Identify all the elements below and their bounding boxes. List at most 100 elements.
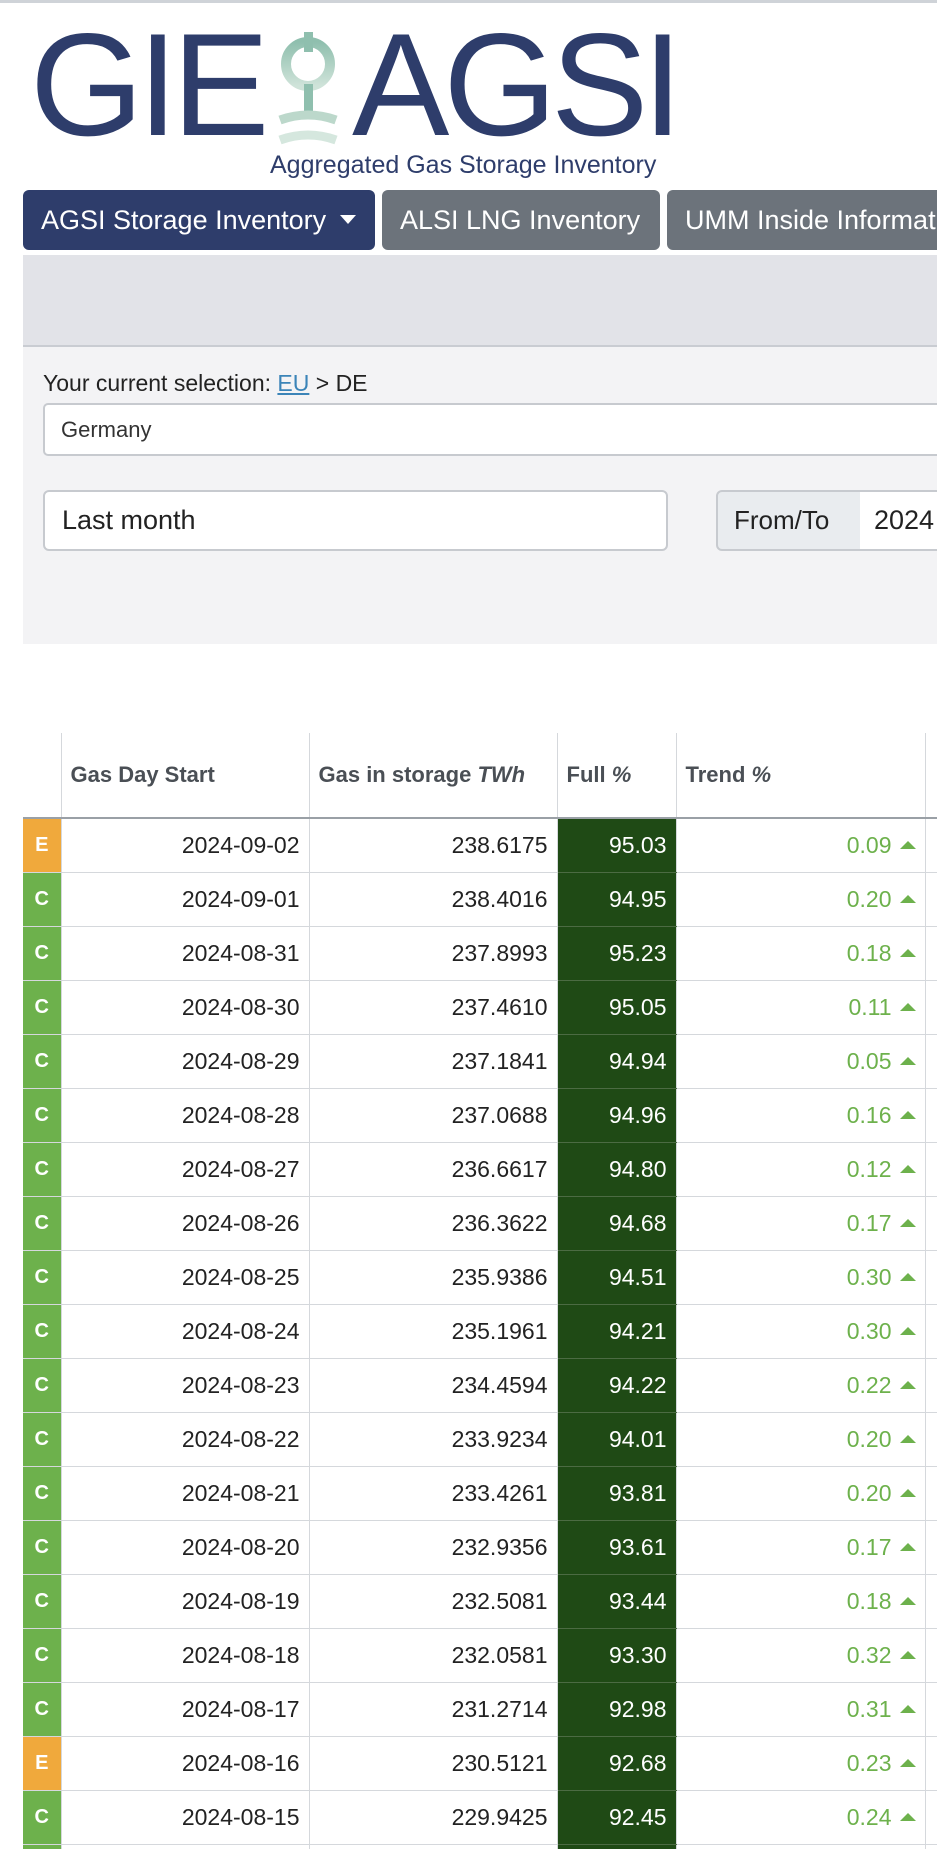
logo-word-agsi: AGSI [352, 3, 683, 166]
status-badge: C [23, 1250, 62, 1305]
gas-day-start-cell: 2024-08-15 [61, 1790, 310, 1845]
trend-cell: 0.24 [676, 1790, 926, 1845]
header-full[interactable]: Full % [557, 733, 677, 819]
table-row[interactable]: E 2024-09-02 238.6175 95.03 0.09 [23, 818, 937, 873]
trend-up-icon [899, 1272, 916, 1281]
tab-label: AGSI Storage Inventory [41, 205, 327, 235]
table-row[interactable]: C 2024-08-15 229.9425 92.45 0.24 [23, 1790, 937, 1845]
more-cell [925, 1304, 937, 1359]
table-row[interactable]: C 2024-08-25 235.9386 94.51 0.30 [23, 1250, 937, 1305]
table-row[interactable]: C 2024-08-21 233.4261 93.81 0.20 [23, 1466, 937, 1521]
status-badge: E [23, 818, 62, 873]
table-row[interactable]: C 2024-08-30 237.4610 95.05 0.11 [23, 980, 937, 1035]
selection-eu-link[interactable]: EU [277, 370, 309, 396]
selection-suffix: > DE [315, 370, 368, 396]
tab-alsi-lng-inventory[interactable]: ALSI LNG Inventory [382, 190, 660, 250]
gas-day-start-cell: 2024-08-18 [61, 1628, 310, 1683]
table-body: E 2024-09-02 238.6175 95.03 0.09 C 2024-09-01 2… [23, 818, 937, 1849]
table-row[interactable]: C 2024-08-29 237.1841 94.94 0.05 [23, 1034, 937, 1089]
full-percent-cell: 92.98 [557, 1682, 677, 1737]
more-cell [925, 980, 937, 1035]
gas-day-start-cell: 2024-08-21 [61, 1466, 310, 1521]
gas-day-start-cell: 2024-08-24 [61, 1304, 310, 1359]
table-row[interactable]: C 2024-09-01 238.4016 94.95 0.20 [23, 872, 937, 927]
status-badge: C [23, 1844, 62, 1849]
trend-up-icon [899, 1164, 916, 1173]
header-more-columns[interactable] [925, 733, 937, 819]
status-badge: C [23, 1358, 62, 1413]
tab-umm-inside-information[interactable]: UMM Inside Informat [667, 190, 937, 250]
gie-agsi-logo[interactable]: GIE AGSI Aggregated Gas Storage Inventor… [30, 12, 683, 183]
gas-day-start-cell: 2024-09-01 [61, 872, 310, 927]
country-select[interactable]: Germany [43, 403, 937, 456]
more-cell [925, 872, 937, 927]
gas-day-start-cell: 2024-08-28 [61, 1088, 310, 1143]
tab-label: UMM Inside Informat [685, 205, 936, 235]
table-row[interactable]: E 2024-08-16 230.5121 92.68 0.23 [23, 1736, 937, 1791]
tab-agsi-storage-inventory[interactable]: AGSI Storage Inventory [23, 190, 375, 250]
trend-up-icon [899, 894, 916, 903]
table-row[interactable]: C 2024-08-18 232.0581 93.30 0.32 [23, 1628, 937, 1683]
gas-in-storage-cell: 236.3622 [309, 1196, 558, 1251]
more-cell [925, 1358, 937, 1413]
table-row[interactable]: C 2024-08-27 236.6617 94.80 0.12 [23, 1142, 937, 1197]
logo-word-gie: GIE [30, 3, 270, 166]
gas-in-storage-cell: 229.9425 [309, 1790, 558, 1845]
gas-in-storage-cell: 236.6617 [309, 1142, 558, 1197]
table-header-row: Gas Day Start Gas in storage TWh Full % … [23, 733, 937, 819]
more-cell [925, 1628, 937, 1683]
status-badge: C [23, 1466, 62, 1521]
full-percent-cell: 92.45 [557, 1790, 677, 1845]
more-cell [925, 1250, 937, 1305]
gas-day-start-cell: 2024-08-23 [61, 1358, 310, 1413]
table-row[interactable]: C 2024-08-23 234.4594 94.22 0.22 [23, 1358, 937, 1413]
table-row[interactable]: C 2024-08-17 231.2714 92.98 0.31 [23, 1682, 937, 1737]
gas-day-start-cell: 2024-08-17 [61, 1682, 310, 1737]
trend-up-icon [899, 1704, 916, 1713]
trend-cell: 0.18 [676, 926, 926, 981]
trend-up-icon [899, 1110, 916, 1119]
selection-prefix: Your current selection: [43, 370, 272, 396]
trend-cell: 0.20 [676, 1412, 926, 1467]
status-badge: C [23, 1790, 62, 1845]
table-row[interactable]: C 2024-08-20 232.9356 93.61 0.17 [23, 1520, 937, 1575]
header-unit-twh: TWh [477, 762, 526, 787]
header-trend[interactable]: Trend % [676, 733, 926, 819]
gas-in-storage-cell: 232.0581 [309, 1628, 558, 1683]
trend-value: 0.18 [846, 940, 892, 966]
table-row[interactable]: C [23, 1844, 937, 1849]
trend-cell: 0.17 [676, 1520, 926, 1575]
trend-value: 0.11 [848, 994, 892, 1020]
trend-value: 0.09 [846, 832, 892, 858]
period-select[interactable]: Last month [43, 490, 668, 551]
table-row[interactable]: C 2024-08-19 232.5081 93.44 0.18 [23, 1574, 937, 1629]
gas-day-start-cell: 2024-08-22 [61, 1412, 310, 1467]
caret-down-icon [340, 215, 357, 225]
more-cell [925, 1790, 937, 1845]
gas-in-storage-cell: 232.9356 [309, 1520, 558, 1575]
gas-in-storage-cell: 232.5081 [309, 1574, 558, 1629]
table-row[interactable]: C 2024-08-26 236.3622 94.68 0.17 [23, 1196, 937, 1251]
storage-table-wrapper[interactable]: Gas Day Start Gas in storage TWh Full % … [23, 733, 937, 1849]
full-percent-cell: 93.30 [557, 1628, 677, 1683]
gas-in-storage-cell: 238.4016 [309, 872, 558, 927]
more-cell [925, 1844, 937, 1849]
gas-day-start-cell [61, 1844, 310, 1849]
table-row[interactable]: C 2024-08-31 237.8993 95.23 0.18 [23, 926, 937, 981]
gas-day-start-cell: 2024-08-30 [61, 980, 310, 1035]
trend-up-icon [899, 1542, 916, 1551]
header-gas-day-start[interactable]: Gas Day Start [61, 733, 310, 819]
trend-up-icon [899, 1596, 916, 1605]
trend-cell: 0.22 [676, 1358, 926, 1413]
table-row[interactable]: C 2024-08-28 237.0688 94.96 0.16 [23, 1088, 937, 1143]
trend-cell: 0.30 [676, 1250, 926, 1305]
header-gas-in-storage[interactable]: Gas in storage TWh [309, 733, 558, 819]
trend-value: 0.20 [846, 1426, 892, 1452]
date-range-input[interactable]: 2024 [860, 490, 937, 551]
trend-value: 0.31 [846, 1696, 892, 1722]
table-row[interactable]: C 2024-08-22 233.9234 94.01 0.20 [23, 1412, 937, 1467]
gas-day-start-cell: 2024-08-25 [61, 1250, 310, 1305]
full-percent-cell [557, 1844, 677, 1849]
trend-value: 0.12 [846, 1156, 892, 1182]
table-row[interactable]: C 2024-08-24 235.1961 94.21 0.30 [23, 1304, 937, 1359]
